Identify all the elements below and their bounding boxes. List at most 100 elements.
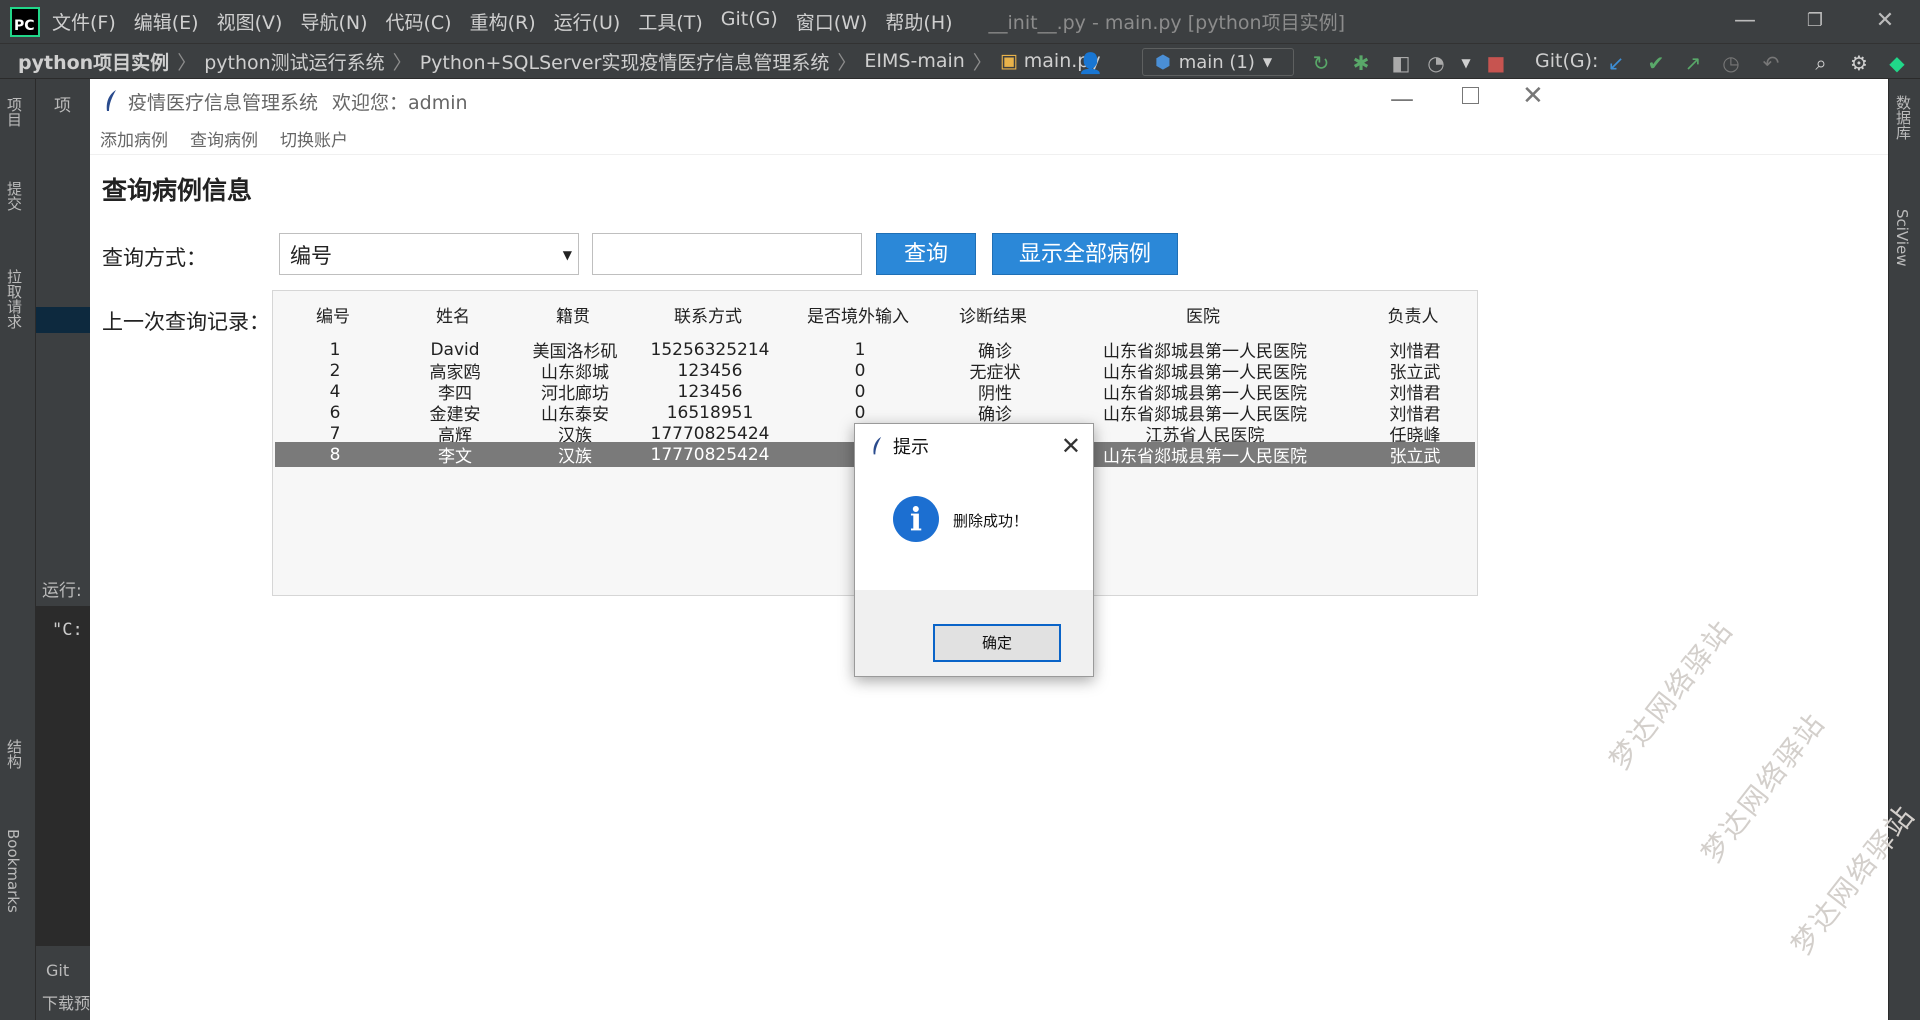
minimize-icon[interactable]: — [1730, 6, 1760, 36]
column-header[interactable]: 负责人 [1353, 302, 1473, 327]
tab-git[interactable]: Git [36, 955, 90, 980]
app-close-icon[interactable]: ✕ [1522, 81, 1544, 111]
app-window: 疫情医疗信息管理系统 欢迎您：admin — ✕ 添加病例 查询病例 切换账户 查询… [90, 79, 1920, 1020]
app-menu-item[interactable]: 添加病例 [100, 126, 168, 151]
close-icon[interactable]: ✕ [1870, 6, 1900, 36]
run-label: 运行: [36, 577, 90, 605]
run-options-icon[interactable]: ▼ [1455, 52, 1477, 74]
ide-menu-item[interactable]: 运行(U) [554, 8, 621, 35]
profile-icon[interactable]: ◔ [1425, 52, 1447, 74]
dropdown-arrow-icon: ▼ [562, 248, 572, 262]
tab-structure[interactable]: 结构 [4, 739, 25, 769]
user-icon[interactable]: 👤 [1078, 52, 1103, 74]
dialog-close-icon[interactable]: ✕ [1061, 432, 1081, 460]
breadcrumb-item[interactable]: python测试运行系统 [204, 48, 384, 75]
branch-selector[interactable]: ⬢ main (1) ▼ [1142, 48, 1294, 76]
table-cell: 7 [329, 423, 341, 444]
ide-menu-item[interactable]: 文件(F) [52, 8, 116, 35]
table-cell: 李文 [438, 447, 472, 467]
table-cell: 张立武 [1389, 447, 1441, 467]
column-header[interactable]: 联系方式 [633, 302, 783, 327]
query-input[interactable] [592, 233, 862, 275]
ide-menu-item[interactable]: 窗口(W) [796, 8, 868, 35]
history-icon[interactable]: ◷ [1720, 52, 1742, 74]
git-update-icon[interactable]: ↙ [1605, 52, 1627, 74]
search-icon[interactable]: ⌕ [1810, 52, 1832, 74]
tab-pull-requests[interactable]: 拉取请求 [4, 269, 25, 329]
ide-menu-list: 文件(F) 编辑(E) 视图(V) 导航(N) 代码(C) 重构(R) 运行(U) 工具(T)… [52, 8, 971, 35]
tab-project[interactable]: 项目 [4, 97, 25, 127]
table-cell: David [430, 339, 480, 360]
table-cell: 16518951 [666, 402, 754, 423]
bottom-tabs: Git 下载预 [36, 955, 90, 1020]
table-cell: 汉族 [558, 447, 592, 467]
app-menu-item[interactable]: 切换账户 [280, 126, 348, 151]
message-dialog: 提示 ✕ i 删除成功！ 确定 [854, 423, 1094, 677]
ide-menu-item[interactable]: 代码(C) [385, 8, 451, 35]
column-header[interactable]: 医院 [1053, 302, 1353, 327]
table-cell: 0 [854, 381, 866, 402]
app-maximize-icon[interactable] [1462, 87, 1479, 104]
ide-window-title: __init__.py - main.py [python项目实例] [988, 12, 1346, 34]
breadcrumb-item[interactable]: Python+SQLServer实现疫情医疗信息管理系统 [420, 48, 830, 75]
app-menu: 添加病例 查询病例 切换账户 [90, 123, 1888, 155]
table-cell: 1 [329, 339, 341, 360]
last-query-label: 上一次查询记录： [102, 310, 270, 334]
column-header[interactable]: 是否境外输入 [783, 302, 933, 327]
git-commit-icon[interactable]: ✔ [1645, 52, 1667, 74]
ide-navbar: python项目实例〉 python测试运行系统〉 Python+SQLServer… [0, 43, 1920, 79]
query-button[interactable]: 查询 [876, 233, 976, 275]
column-header[interactable]: 籍贯 [513, 302, 633, 327]
app-title: 疫情医疗信息管理系统 [128, 91, 319, 114]
ide-menu-item[interactable]: 导航(N) [300, 8, 367, 35]
coverage-icon[interactable]: ◧ [1390, 52, 1412, 74]
app-menu-item[interactable]: 查询病例 [190, 126, 258, 151]
watermark: 梦达网络驿站 [1602, 613, 1740, 777]
table-cell: 0 [854, 402, 866, 423]
column-header[interactable]: 诊断结果 [933, 302, 1053, 327]
breadcrumb-item[interactable]: python项目实例 [18, 48, 169, 75]
tab-downloads[interactable]: 下载预 [36, 980, 90, 1014]
gear-icon[interactable]: ⚙ [1848, 52, 1870, 74]
feather-icon [106, 90, 116, 111]
info-icon: i [893, 496, 939, 542]
debug-icon[interactable]: ✱ [1350, 52, 1372, 74]
project-selected-row [36, 307, 90, 333]
stop-icon[interactable]: ■ [1485, 52, 1507, 74]
tab-sciview[interactable]: SciView [1893, 209, 1911, 267]
ide-menu-item[interactable]: 工具(T) [638, 8, 702, 35]
tab-bookmarks[interactable]: Bookmarks [4, 829, 22, 913]
feather-icon [873, 436, 882, 455]
rollback-icon[interactable]: ↶ [1760, 52, 1782, 74]
plugin-icon[interactable]: ◆ [1886, 52, 1908, 74]
project-tab-label[interactable]: 项 [54, 91, 71, 116]
dialog-titlebar: 提示 ✕ [855, 424, 1093, 468]
chevron-down-icon: ▼ [1262, 55, 1273, 69]
app-minimize-icon[interactable]: — [1390, 85, 1414, 113]
table-cell: 2 [329, 360, 341, 381]
column-header[interactable]: 编号 [273, 302, 393, 327]
table-cell: 17770825424 [650, 444, 770, 465]
restore-icon[interactable]: ❐ [1800, 6, 1830, 36]
git-push-icon[interactable]: ↗ [1682, 52, 1704, 74]
column-header[interactable]: 姓名 [393, 302, 513, 327]
query-mode-label: 查询方式： [102, 246, 207, 270]
show-all-button[interactable]: 显示全部病例 [992, 233, 1178, 275]
ide-menu-item[interactable]: 重构(R) [470, 8, 536, 35]
query-mode-value: 编号 [290, 244, 332, 268]
dialog-body: i 删除成功！ [855, 468, 1093, 590]
rerun-icon[interactable]: ↻ [1310, 52, 1332, 74]
tab-commit[interactable]: 提交 [4, 181, 25, 211]
ok-button[interactable]: 确定 [933, 624, 1061, 662]
dialog-title: 提示 [893, 437, 929, 458]
tab-database[interactable]: 数据库 [1893, 95, 1914, 140]
table-cell: 6 [329, 402, 341, 423]
query-mode-select[interactable]: 编号 ▼ [279, 233, 579, 275]
ide-menu-item[interactable]: 视图(V) [217, 8, 283, 35]
ide-menu-item[interactable]: 编辑(E) [134, 8, 199, 35]
table-header: 编号 姓名 籍贯 联系方式 是否境外输入 诊断结果 医院 负责人 [273, 291, 1477, 337]
ide-menu-item[interactable]: Git(G) [721, 8, 778, 35]
table-cell: 山东省郯城县第一人民医院 [1103, 447, 1307, 467]
ide-menu-item[interactable]: 帮助(H) [885, 8, 952, 35]
breadcrumb-item[interactable]: EIMS-main [864, 50, 964, 72]
